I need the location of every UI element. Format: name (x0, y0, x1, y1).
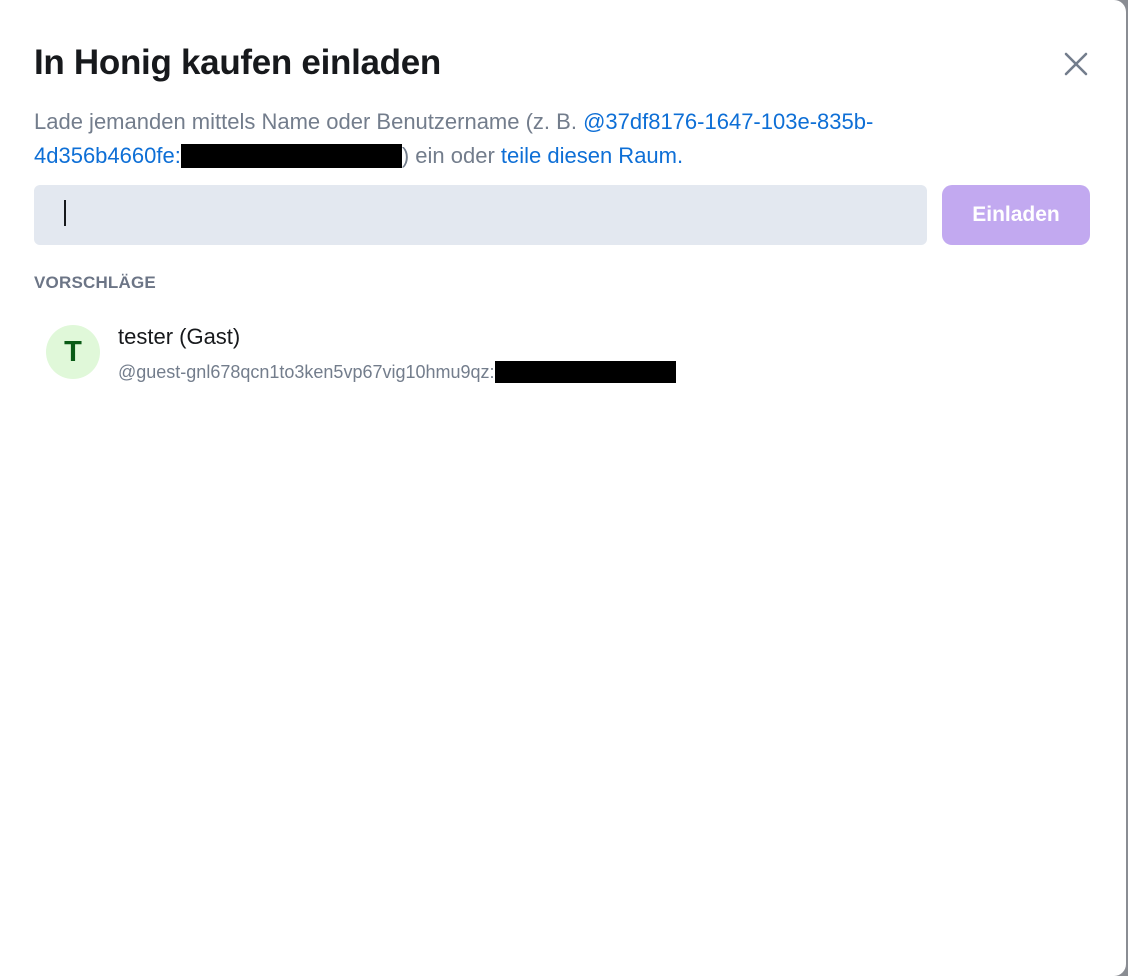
invite-dialog: In Honig kaufen einladen Lade jemanden m… (0, 0, 1126, 976)
suggestions-header: VORSCHLÄGE (34, 273, 156, 292)
invite-search-box[interactable] (34, 185, 927, 247)
invite-search-input[interactable] (66, 185, 910, 247)
invite-description: Lade jemanden mittels Name oder Benutzer… (34, 105, 954, 173)
close-icon[interactable] (1056, 44, 1096, 84)
description-middle: ) ein oder (401, 143, 501, 168)
redaction-bar (180, 144, 402, 168)
share-room-link[interactable]: teile diesen Raum. (501, 143, 683, 168)
invite-button[interactable]: Einladen (942, 185, 1090, 245)
description-prefix: Lade jemanden mittels Name oder Benutzer… (34, 109, 584, 134)
redaction-bar (494, 361, 676, 383)
avatar: T (46, 325, 100, 379)
suggestion-name: tester (Gast) (118, 324, 241, 349)
suggestion-user-id-text: @guest-gnl678qcn1to3ken5vp67vig10hmu9qz: (118, 362, 495, 382)
dialog-title: In Honig kaufen einladen (34, 43, 442, 82)
suggestion-item[interactable]: T tester (Gast) @guest-gnl678qcn1to3ken5… (34, 316, 1094, 392)
suggestion-user-id: @guest-gnl678qcn1to3ken5vp67vig10hmu9qz: (118, 360, 676, 384)
